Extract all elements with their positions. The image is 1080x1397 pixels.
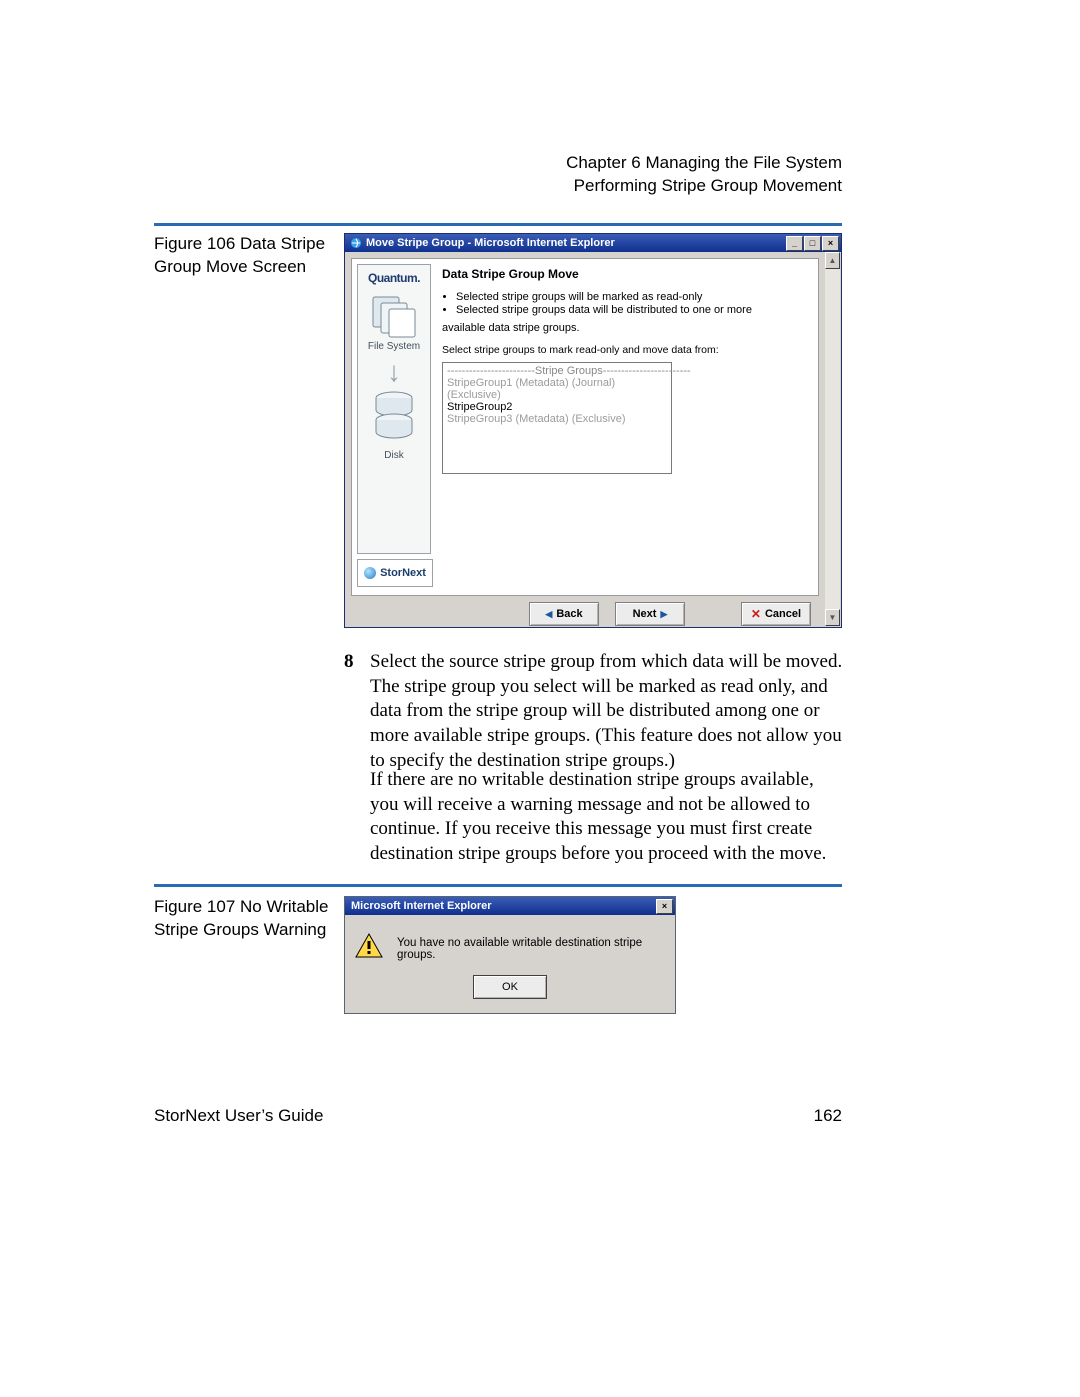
step-paragraph: If there are no writable destination str… — [370, 768, 844, 867]
figure-106-caption: Figure 106 Data Stripe Group Move Screen — [154, 233, 334, 279]
list-item[interactable]: StripeGroup3 (Metadata) (Exclusive) — [447, 413, 667, 425]
close-button[interactable]: × — [822, 236, 839, 251]
scroll-down-icon[interactable]: ▼ — [825, 609, 840, 626]
listbox-header: ------------------------Stripe Groups---… — [447, 365, 667, 377]
next-button-label: Next — [633, 608, 657, 620]
globe-icon — [364, 567, 376, 579]
disk-icon — [372, 390, 416, 448]
back-button-label: Back — [556, 608, 582, 620]
cancel-button-label: Cancel — [765, 608, 801, 620]
chapter-label: Chapter 6 Managing the File System — [566, 152, 842, 175]
ie-icon — [349, 237, 362, 250]
filesystem-label: File System — [368, 341, 420, 352]
filesystem-icon — [371, 295, 417, 339]
instruction-text: Select stripe groups to mark read-only a… — [442, 344, 810, 356]
minimize-button[interactable]: _ — [786, 236, 803, 251]
stripe-group-listbox[interactable]: ------------------------Stripe Groups---… — [442, 362, 672, 474]
button-bar: ◀ Back Next ▶ ✕ Cancel — [351, 600, 819, 627]
step-paragraph: Select the source stripe group from whic… — [370, 650, 844, 773]
divider — [154, 223, 842, 226]
cancel-button[interactable]: ✕ Cancel — [741, 602, 811, 626]
ok-button-label: OK — [502, 981, 518, 993]
step-8: 8 Select the source stripe group from wh… — [344, 650, 844, 773]
step-8-continued: If there are no writable destination str… — [344, 768, 844, 867]
list-item[interactable]: StripeGroup2 — [447, 401, 667, 413]
bullet-continuation: available data stripe groups. — [442, 322, 810, 334]
window-body: Quantum. File System ↓ — [345, 252, 825, 627]
step-number: 8 — [344, 650, 358, 773]
bullet-list: Selected stripe groups will be marked as… — [442, 291, 810, 316]
dialog-titlebar[interactable]: Microsoft Internet Explorer × — [345, 897, 675, 915]
disk-label: Disk — [384, 450, 403, 461]
scroll-up-icon[interactable]: ▲ — [825, 252, 840, 269]
dialog-message: You have no available writable destinati… — [397, 933, 665, 961]
content-card: Quantum. File System ↓ — [351, 258, 819, 596]
stornext-logo: StorNext — [357, 559, 433, 587]
bullet-item: Selected stripe groups will be marked as… — [456, 291, 810, 303]
section-label: Performing Stripe Group Movement — [566, 175, 842, 198]
ok-button[interactable]: OK — [473, 975, 547, 999]
warning-icon — [355, 933, 383, 959]
back-button[interactable]: ◀ Back — [529, 602, 599, 626]
figure-107-dialog: Microsoft Internet Explorer × You have n… — [344, 896, 676, 1014]
dialog-title: Microsoft Internet Explorer — [351, 900, 656, 912]
close-button[interactable]: × — [656, 899, 673, 914]
figure-107-caption: Figure 107 No Writable Stripe Groups War… — [154, 896, 334, 942]
x-icon: ✕ — [751, 607, 761, 621]
brand-logo: Quantum. — [368, 271, 420, 285]
vertical-scrollbar[interactable]: ▲ ▼ — [824, 252, 840, 626]
triangle-left-icon: ◀ — [545, 609, 552, 620]
window-title: Move Stripe Group - Microsoft Internet E… — [366, 237, 786, 249]
product-name: StorNext — [380, 567, 426, 579]
dialog-body: You have no available writable destinati… — [345, 915, 675, 1013]
bullet-item: Selected stripe groups data will be dist… — [456, 304, 810, 316]
next-button[interactable]: Next ▶ — [615, 602, 685, 626]
divider — [154, 884, 842, 887]
wizard-sidebar: Quantum. File System ↓ — [357, 264, 431, 554]
arrow-down-icon: ↓ — [387, 358, 401, 386]
maximize-button[interactable]: □ — [804, 236, 821, 251]
figure-106-window: Move Stripe Group - Microsoft Internet E… — [344, 233, 842, 628]
main-panel: Data Stripe Group Move Selected stripe g… — [442, 267, 810, 474]
window-titlebar[interactable]: Move Stripe Group - Microsoft Internet E… — [345, 234, 841, 252]
panel-title: Data Stripe Group Move — [442, 267, 810, 281]
running-header: Chapter 6 Managing the File System Perfo… — [566, 152, 842, 198]
list-item[interactable]: StripeGroup1 (Metadata) (Journal) (Exclu… — [447, 377, 667, 401]
footer-doc-title: StorNext User’s Guide — [154, 1106, 323, 1126]
page-number: 162 — [814, 1106, 842, 1126]
triangle-right-icon: ▶ — [660, 609, 667, 620]
